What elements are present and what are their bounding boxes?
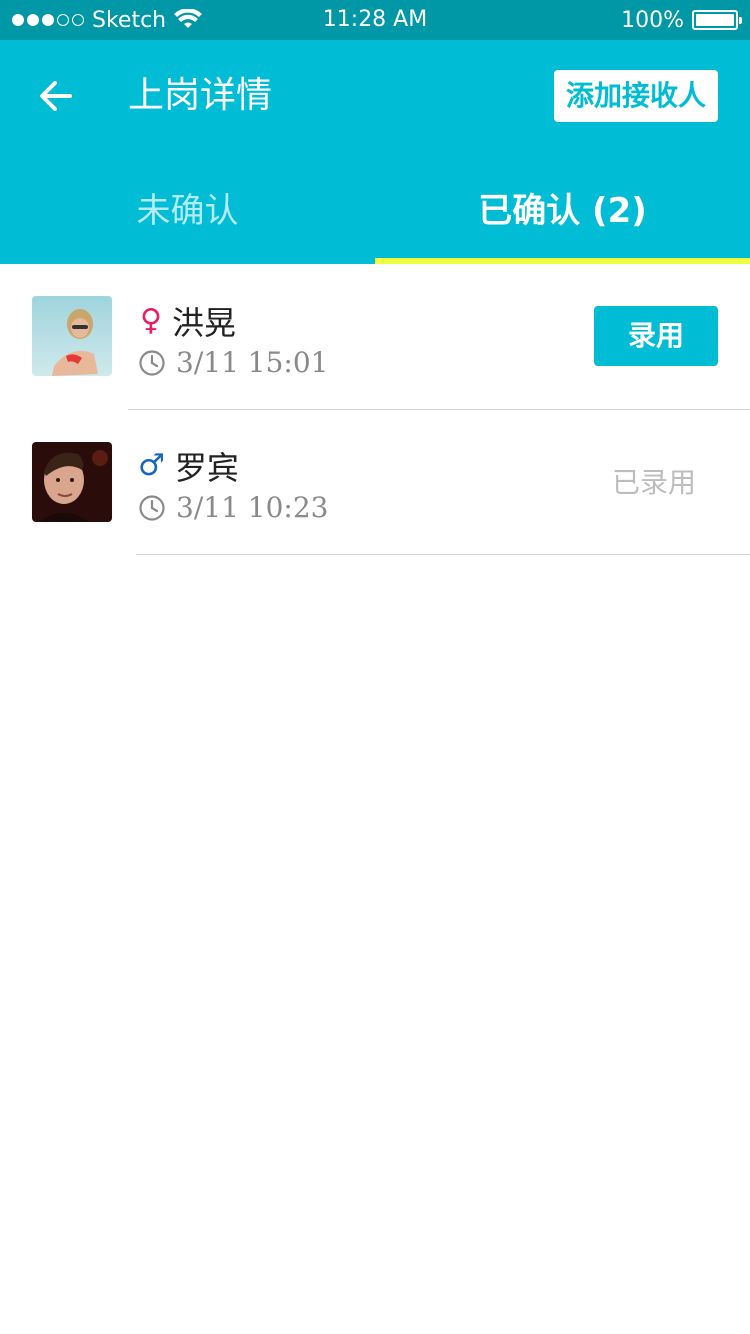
- tab-label: 未确认: [136, 191, 239, 231]
- tab-unconfirmed[interactable]: 未确认: [0, 176, 375, 264]
- app-header: 上岗详情 添加接收人 未确认 已确认 (2): [0, 40, 750, 264]
- confirm-time: 3/11 10:23: [176, 491, 329, 524]
- status-bar: Sketch 11:28 AM 100%: [0, 0, 750, 40]
- female-icon: ♀: [140, 303, 162, 338]
- avatar: [32, 296, 112, 376]
- candidate-name-line: ♂ 罗宾: [138, 443, 239, 489]
- confirm-time: 3/11 15:01: [176, 346, 329, 379]
- candidate-name: 洪晃: [171, 304, 236, 342]
- battery-percent: 100%: [621, 7, 684, 33]
- add-recipient-button[interactable]: 添加接收人: [554, 70, 718, 122]
- tab-label: 已确认 (2): [478, 191, 647, 231]
- status-bar-right: 100%: [621, 5, 742, 35]
- candidate-name-line: ♀ 洪晃: [140, 298, 236, 344]
- tab-bar: 未确认 已确认 (2): [0, 176, 750, 264]
- page-title: 上岗详情: [128, 75, 273, 116]
- avatar: [32, 442, 112, 522]
- hired-status-label: 已录用: [612, 466, 697, 499]
- male-icon: ♂: [138, 448, 165, 483]
- candidate-name: 罗宾: [174, 449, 239, 487]
- list-item[interactable]: ♂ 罗宾 3/11 10:23 已录用: [0, 409, 750, 555]
- clock-icon: [139, 494, 165, 521]
- tab-confirmed[interactable]: 已确认 (2): [375, 176, 750, 264]
- arrow-left-icon[interactable]: [36, 76, 76, 116]
- candidate-time-line: 3/11 15:01: [138, 346, 328, 379]
- divider: [136, 554, 750, 555]
- clock-icon: [139, 349, 165, 376]
- candidate-list: ♀ 洪晃 3/11 15:01 录用 ♂ 罗宾 3/11 10:23 已录用: [0, 264, 750, 555]
- battery-icon: [692, 10, 742, 30]
- hire-button[interactable]: 录用: [594, 306, 718, 366]
- list-item[interactable]: ♀ 洪晃 3/11 15:01 录用: [0, 264, 750, 410]
- candidate-time-line: 3/11 10:23: [138, 491, 328, 524]
